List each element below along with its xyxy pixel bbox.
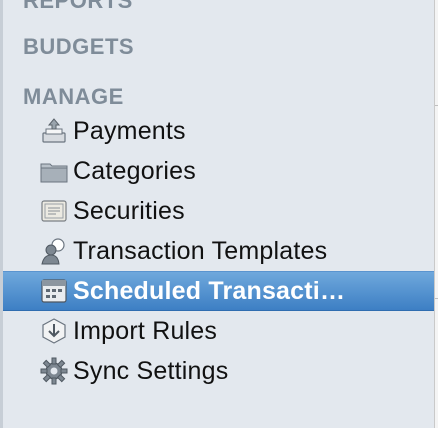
gear-icon (37, 354, 71, 388)
person-template-icon (37, 234, 71, 268)
folder-icon (37, 154, 71, 188)
section-budgets[interactable]: BUDGETS (23, 34, 134, 60)
sidebar-item-securities[interactable]: Securities (3, 191, 435, 231)
sidebar-item-label: Scheduled Transacti… (73, 276, 346, 305)
section-reports[interactable]: REPORTS (23, 0, 133, 14)
content-pane-edge (434, 0, 438, 428)
section-manage[interactable]: MANAGE (23, 84, 124, 110)
sidebar-item-import-rules[interactable]: Import Rules (3, 311, 435, 351)
sidebar-item-label: Import Rules (73, 316, 218, 345)
certificate-icon (37, 194, 71, 228)
sidebar-item-transaction-templates[interactable]: Transaction Templates (3, 231, 435, 271)
payments-icon (37, 114, 71, 148)
sidebar-item-scheduled-transactions[interactable]: Scheduled Transacti… (3, 271, 435, 311)
import-rules-icon (37, 314, 71, 348)
sidebar-item-payments[interactable]: Payments (3, 111, 435, 151)
sidebar-item-label: Transaction Templates (73, 236, 328, 265)
sidebar-item-label: Categories (73, 156, 196, 185)
sidebar-item-label: Payments (73, 116, 186, 145)
sidebar-item-categories[interactable]: Categories (3, 151, 435, 191)
sidebar: REPORTS BUDGETS MANAGE Payments Categori… (0, 0, 435, 428)
scheduled-calendar-icon (37, 274, 71, 308)
sidebar-item-label: Sync Settings (73, 356, 229, 385)
sidebar-item-sync-settings[interactable]: Sync Settings (3, 351, 435, 391)
sidebar-item-label: Securities (73, 196, 185, 225)
